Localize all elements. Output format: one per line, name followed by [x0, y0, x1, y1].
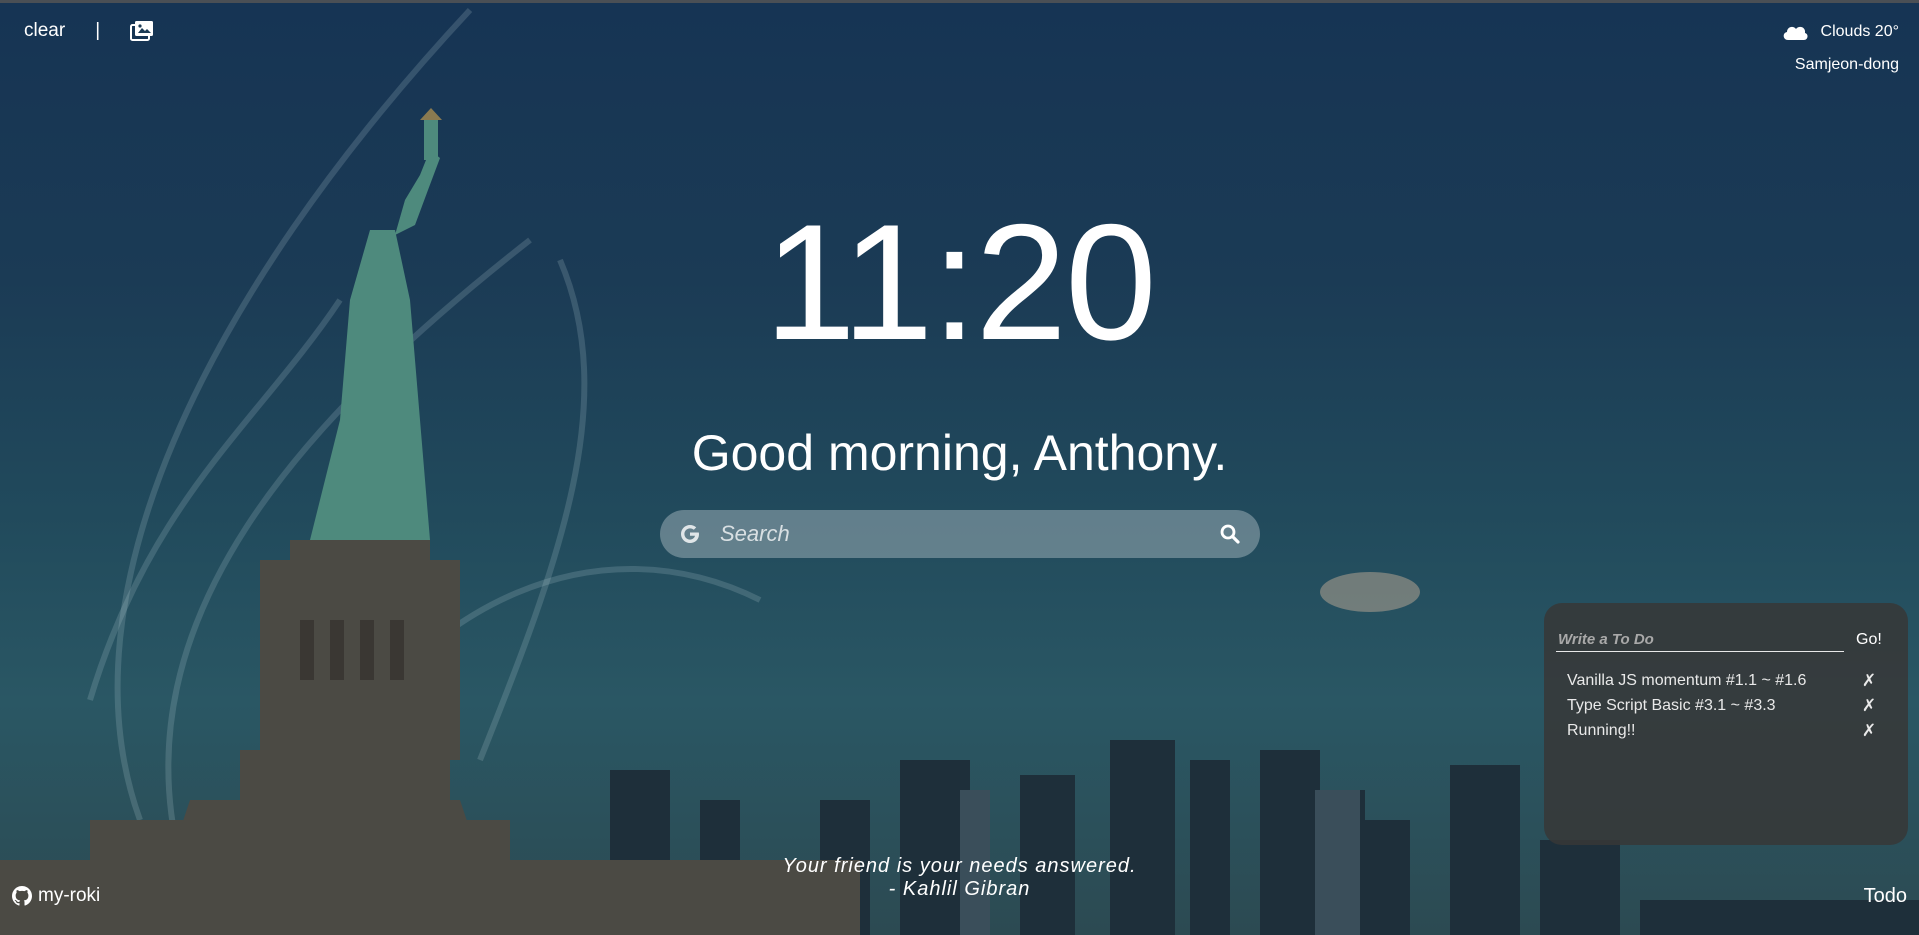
- todo-item-text: Type Script Basic #3.1 ~ #3.3: [1567, 696, 1776, 714]
- cloud-icon: [1783, 26, 1808, 40]
- delete-todo-button[interactable]: ✗: [1840, 721, 1898, 741]
- greeting: Good morning, Anthony.: [691, 425, 1228, 481]
- magnifier-icon[interactable]: [1218, 522, 1242, 546]
- weather-text: Clouds 20°: [1820, 23, 1899, 40]
- github-link[interactable]: my-roki: [12, 885, 100, 907]
- search-input[interactable]: [718, 520, 1218, 548]
- weather-row: Clouds 20°: [1781, 22, 1899, 42]
- github-label: my-roki: [38, 885, 101, 906]
- todo-item: Type Script Basic #3.1 ~ #3.3 ✗: [1556, 693, 1898, 718]
- todo-submit-button[interactable]: Go!: [1856, 631, 1882, 652]
- todo-item-text: Running!!: [1567, 721, 1636, 739]
- top-left-controls: clear |: [24, 20, 154, 42]
- weather-location: Samjeon-dong: [1794, 56, 1899, 73]
- app-background: clear | Clouds 20° Samjeon-dong 11:20 Go…: [0, 0, 1919, 935]
- delete-todo-button[interactable]: ✗: [1840, 696, 1898, 716]
- todo-item: Running!! ✗: [1556, 718, 1898, 743]
- quote: Your friend is your needs answered. - Ka…: [0, 855, 1919, 901]
- clear-button[interactable]: clear: [24, 20, 65, 42]
- delete-todo-button[interactable]: ✗: [1840, 671, 1898, 691]
- divider: |: [95, 20, 101, 41]
- todo-list: Vanilla JS momentum #1.1 ~ #1.6 ✗ Type S…: [1556, 668, 1898, 743]
- todo-form: Go!: [1556, 629, 1898, 652]
- clock: 11:20: [764, 190, 1157, 374]
- github-icon: [12, 886, 32, 906]
- todo-input[interactable]: [1556, 629, 1844, 652]
- todo-panel: Go! Vanilla JS momentum #1.1 ~ #1.6 ✗ Ty…: [1544, 603, 1908, 845]
- search-bar: [660, 510, 1260, 558]
- todo-item: Vanilla JS momentum #1.1 ~ #1.6 ✗: [1556, 668, 1898, 693]
- todo-toggle-button[interactable]: Todo: [1864, 885, 1907, 908]
- quote-text: Your friend is your needs answered.: [782, 855, 1137, 877]
- quote-author: - Kahlil Gibran: [888, 878, 1031, 900]
- google-g-icon: [681, 525, 699, 543]
- todo-item-text: Vanilla JS momentum #1.1 ~ #1.6: [1567, 671, 1807, 689]
- weather-widget: Clouds 20° Samjeon-dong: [1781, 22, 1899, 74]
- image-gallery-icon[interactable]: [130, 20, 154, 42]
